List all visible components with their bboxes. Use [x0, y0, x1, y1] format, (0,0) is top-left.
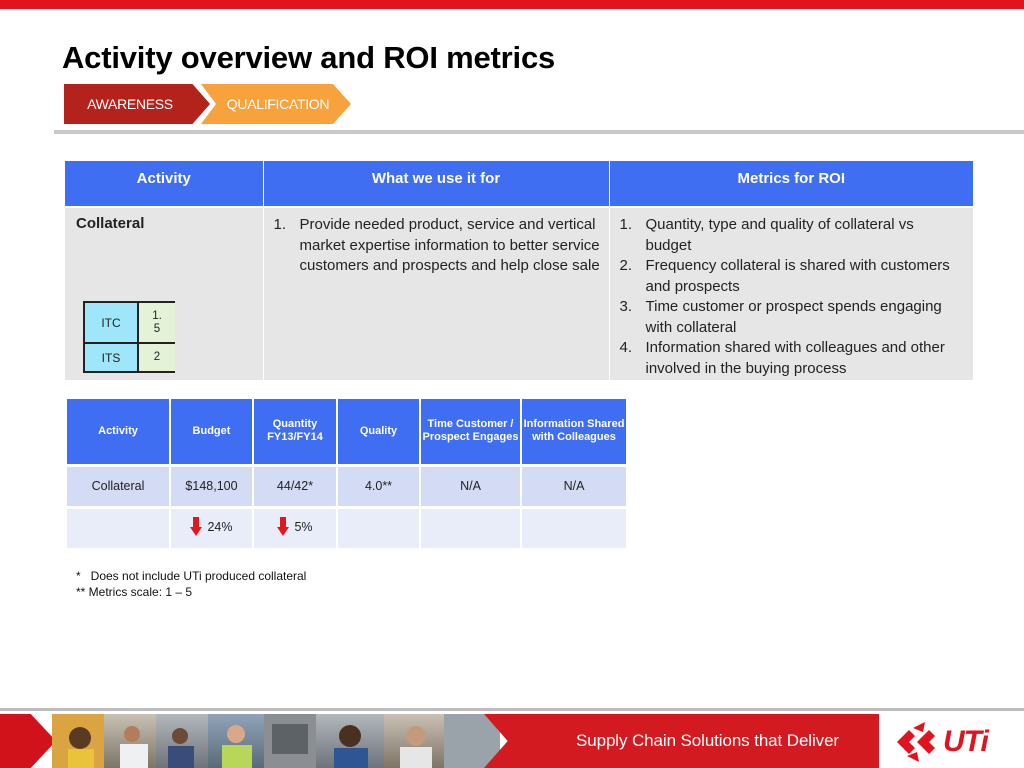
table-row: Collateral $148,100 44/42* 4.0** N/A N/A [67, 463, 626, 507]
overview-row: Collateral ITC 1. 5 ITS 2 1. Provide need… [65, 206, 973, 380]
metrics-header-time: Time Customer / Prospect Engages [420, 399, 522, 465]
metrics-header-budget: Budget [170, 399, 254, 465]
stage-awareness: AWARENESS [64, 84, 210, 124]
roi-list: 1. Quantity, type and quality of collate… [620, 215, 960, 379]
change-cell-budget: 24% [170, 505, 254, 548]
header-divider [54, 130, 1024, 134]
top-red-bar [0, 0, 1024, 9]
mini-key: ITC [83, 301, 139, 344]
uti-logo: UTi [893, 720, 989, 764]
list-item: 4. Information shared with colleagues an… [620, 338, 960, 379]
metrics-cell-information: N/A [521, 463, 626, 507]
down-arrow-icon [190, 517, 203, 537]
list-text: Time customer or prospect spends engagin… [645, 298, 942, 336]
uti-logo-mark-icon [897, 722, 935, 762]
use-list: 1. Provide needed product, service and v… [274, 215, 603, 277]
mini-row: ITC 1. 5 [83, 301, 175, 344]
list-number: 4. [619, 339, 633, 356]
metrics-header-activity: Activity [67, 399, 171, 465]
metrics-header-row: Activity Budget Quantity FY13/FY14 Quali… [67, 399, 626, 465]
table-row-change: 24% 5% [67, 505, 626, 548]
change-cell-quantity: 5% [253, 505, 338, 548]
down-arrow-icon [277, 517, 290, 537]
overview-header-row: Activity What we use it for Metrics for … [65, 161, 973, 207]
overview-table: Activity What we use it for Metrics for … [65, 161, 973, 380]
list-item: 2. Frequency collateral is shared with c… [620, 256, 960, 297]
mini-value: 1. 5 [137, 301, 175, 344]
cell-use: 1. Provide needed product, service and v… [263, 206, 610, 380]
page-title: Activity overview and ROI metrics [62, 40, 556, 75]
metrics-cell-quality: 4.0** [337, 463, 421, 507]
list-item: 1. Provide needed product, service and v… [274, 215, 603, 277]
change-cell-empty [420, 505, 522, 548]
change-cell-empty [337, 505, 421, 548]
activity-name: Collateral [76, 215, 145, 232]
list-text: Information shared with colleagues and o… [645, 339, 945, 377]
cell-roi: 1. Quantity, type and quality of collate… [609, 206, 973, 380]
metrics-cell-budget: $148,100 [170, 463, 254, 507]
footer-divider [0, 708, 1024, 711]
footer-photo-strip [52, 714, 500, 768]
metrics-cell-time: N/A [420, 463, 522, 507]
mini-value: 2 [137, 342, 175, 373]
list-item: 3. Time customer or prospect spends enga… [620, 297, 960, 338]
metrics-header-information: Information Shared with Colleagues [521, 399, 626, 465]
budget-change: 24% [190, 517, 233, 537]
list-number: 1. [619, 216, 633, 233]
metrics-header-quantity: Quantity FY13/FY14 [253, 399, 338, 465]
mini-score-table: ITC 1. 5 ITS 2 [83, 301, 175, 373]
list-text: Frequency collateral is shared with cust… [645, 257, 950, 295]
list-number: 1. [273, 216, 287, 233]
footnote: ** Metrics scale: 1 – 5 [76, 584, 193, 599]
quantity-change: 5% [277, 517, 313, 537]
footer-tagline: Supply Chain Solutions that Deliver [576, 731, 839, 750]
list-number: 2. [619, 257, 633, 274]
cell-activity: Collateral ITC 1. 5 ITS 2 [65, 206, 264, 380]
header-roi: Metrics for ROI [609, 161, 973, 207]
list-text: Quantity, type and quality of collateral… [645, 216, 914, 254]
budget-change-value: 24% [207, 519, 233, 534]
metrics-cell-quantity: 44/42* [253, 463, 338, 507]
mini-key: ITS [83, 342, 139, 373]
list-number: 3. [619, 298, 633, 315]
footer-banner: Supply Chain Solutions that Deliver UTi [0, 714, 1024, 768]
footnote: * Does not include UTi produced collater… [76, 569, 307, 583]
quantity-change-value: 5% [294, 519, 313, 534]
metrics-cell-activity: Collateral [67, 463, 171, 507]
metrics-table: Activity Budget Quantity FY13/FY14 Quali… [67, 399, 626, 548]
stage-qualification: QUALIFICATION [201, 84, 351, 124]
list-text: Provide needed product, service and vert… [299, 216, 600, 274]
change-cell-empty [67, 505, 171, 548]
mini-row: ITS 2 [83, 342, 175, 373]
change-cell-empty [521, 505, 626, 548]
header-activity: Activity [65, 161, 264, 207]
footnotes: * Does not include UTi produced collater… [76, 569, 306, 600]
list-item: 1. Quantity, type and quality of collate… [620, 215, 960, 256]
metrics-header-quality: Quality [337, 399, 421, 465]
header-use: What we use it for [263, 161, 610, 207]
uti-logo-text: UTi [943, 725, 989, 758]
